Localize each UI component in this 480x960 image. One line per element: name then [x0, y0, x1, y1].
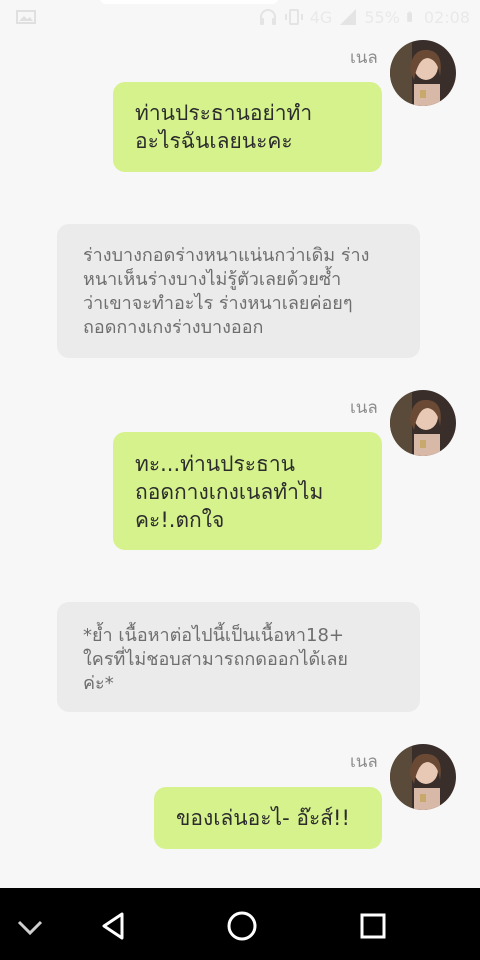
message-bubble-me: ทะ...ท่านประธาน ถอดกางเกงเนลทำไม คะ!.ตกใ… — [113, 432, 382, 550]
narration-line: ร่างบางกอดร่างหนาแน่นกว่าเดิม ร่าง — [83, 245, 370, 266]
narration-line: ถอดกางเกงร่างบางออก — [83, 317, 264, 338]
avatar[interactable] — [390, 744, 456, 810]
status-bar: 4G 55% 02:08 — [0, 0, 480, 36]
signal-icon — [340, 9, 357, 25]
message-line: ถอดกางเกงเนลทำไม — [135, 480, 324, 504]
narration-line: ใครที่ไม่ชอบสามารถกดออกได้เลย — [83, 649, 348, 670]
back-icon[interactable] — [96, 908, 132, 944]
narration-bubble: *ย้ำ เนื้อหาต่อไปนี้เป็นเนื้อหา18+ ใครที… — [57, 602, 420, 712]
message-line: ทะ...ท่านประธาน — [135, 452, 295, 476]
headset-icon — [259, 9, 276, 25]
message-bubble-me: ของเล่นอะไ- อ๊ะส์!! — [154, 787, 382, 849]
clock: 02:08 — [423, 7, 470, 27]
narration-line: *ย้ำ เนื้อหาต่อไปนี้เป็นเนื้อหา18+ — [83, 625, 345, 646]
narration-line: หนาเห็นร่างบางไม่รู้ตัวเลยด้วยซ้ำ — [83, 269, 342, 290]
sender-name: เนล — [350, 398, 378, 418]
vibrate-icon — [284, 9, 303, 25]
narration-bubble: ร่างบางกอดร่างหนาแน่นกว่าเดิม ร่าง หนาเห… — [57, 224, 420, 358]
avatar[interactable] — [390, 40, 456, 106]
battery-icon — [407, 11, 412, 22]
message-line: ของเล่นอะไ- อ๊ะส์!! — [176, 806, 350, 830]
navigation-bar — [0, 888, 480, 960]
narration-line: ค่ะ* — [83, 673, 114, 694]
avatar[interactable] — [390, 390, 456, 456]
network-label: 4G — [309, 7, 333, 27]
battery-percent: 55% — [364, 7, 400, 27]
collapse-chevron-icon[interactable] — [12, 908, 48, 944]
message-bubble-me: ท่านประธานอย่าทำ อะไรฉันเลยนะคะ — [113, 82, 382, 172]
message-line: คะ!.ตกใจ — [135, 508, 225, 532]
image-icon — [16, 10, 36, 24]
message-line: ท่านประธานอย่าทำ — [135, 101, 313, 125]
sender-name: เนล — [350, 752, 378, 772]
recents-icon[interactable] — [355, 908, 391, 944]
narration-line: ว่าเขาจะทำอะไร ร่างหนาเลยค่อยๆ — [83, 293, 353, 314]
message-line: อะไรฉันเลยนะคะ — [135, 129, 293, 153]
sender-name: เนล — [350, 48, 378, 68]
home-icon[interactable] — [224, 908, 260, 944]
